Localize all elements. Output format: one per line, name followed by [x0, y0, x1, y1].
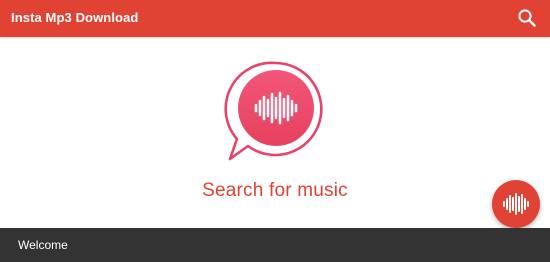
search-button[interactable] — [516, 7, 538, 29]
waveform-fab-button[interactable] — [492, 180, 540, 228]
music-waveform-chat-bubble-icon — [224, 61, 323, 161]
waveform-icon — [503, 193, 529, 215]
snackbar-message: Welcome — [18, 238, 68, 252]
app-title: Insta Mp3 Download — [11, 10, 139, 25]
search-for-music-label[interactable]: Search for music — [0, 180, 550, 202]
app-bar: Insta Mp3 Download — [0, 0, 550, 37]
app-window: Insta Mp3 Download Search for music Welc… — [0, 0, 550, 262]
hero-logo — [224, 60, 328, 164]
search-icon — [518, 9, 536, 27]
snackbar: Welcome — [0, 228, 550, 262]
